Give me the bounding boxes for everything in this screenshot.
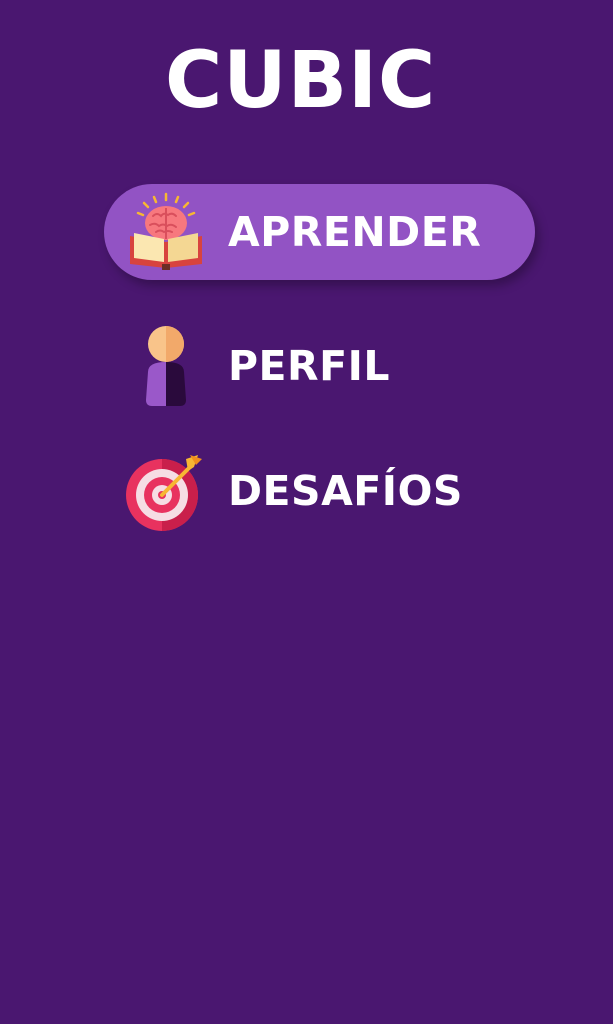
- menu-item-perfil[interactable]: PERFIL: [104, 318, 535, 414]
- brain-book-icon: [126, 192, 206, 272]
- menu-item-aprender[interactable]: APRENDER: [104, 184, 535, 280]
- target-icon: [126, 451, 206, 531]
- menu-item-label: DESAFÍOS: [228, 466, 463, 515]
- menu-item-desafios[interactable]: DESAFÍOS: [104, 443, 535, 539]
- user-icon: [126, 326, 206, 406]
- menu-item-label: PERFIL: [228, 341, 391, 390]
- menu-item-label: APRENDER: [228, 207, 482, 256]
- app-title: CUBIC: [165, 36, 437, 126]
